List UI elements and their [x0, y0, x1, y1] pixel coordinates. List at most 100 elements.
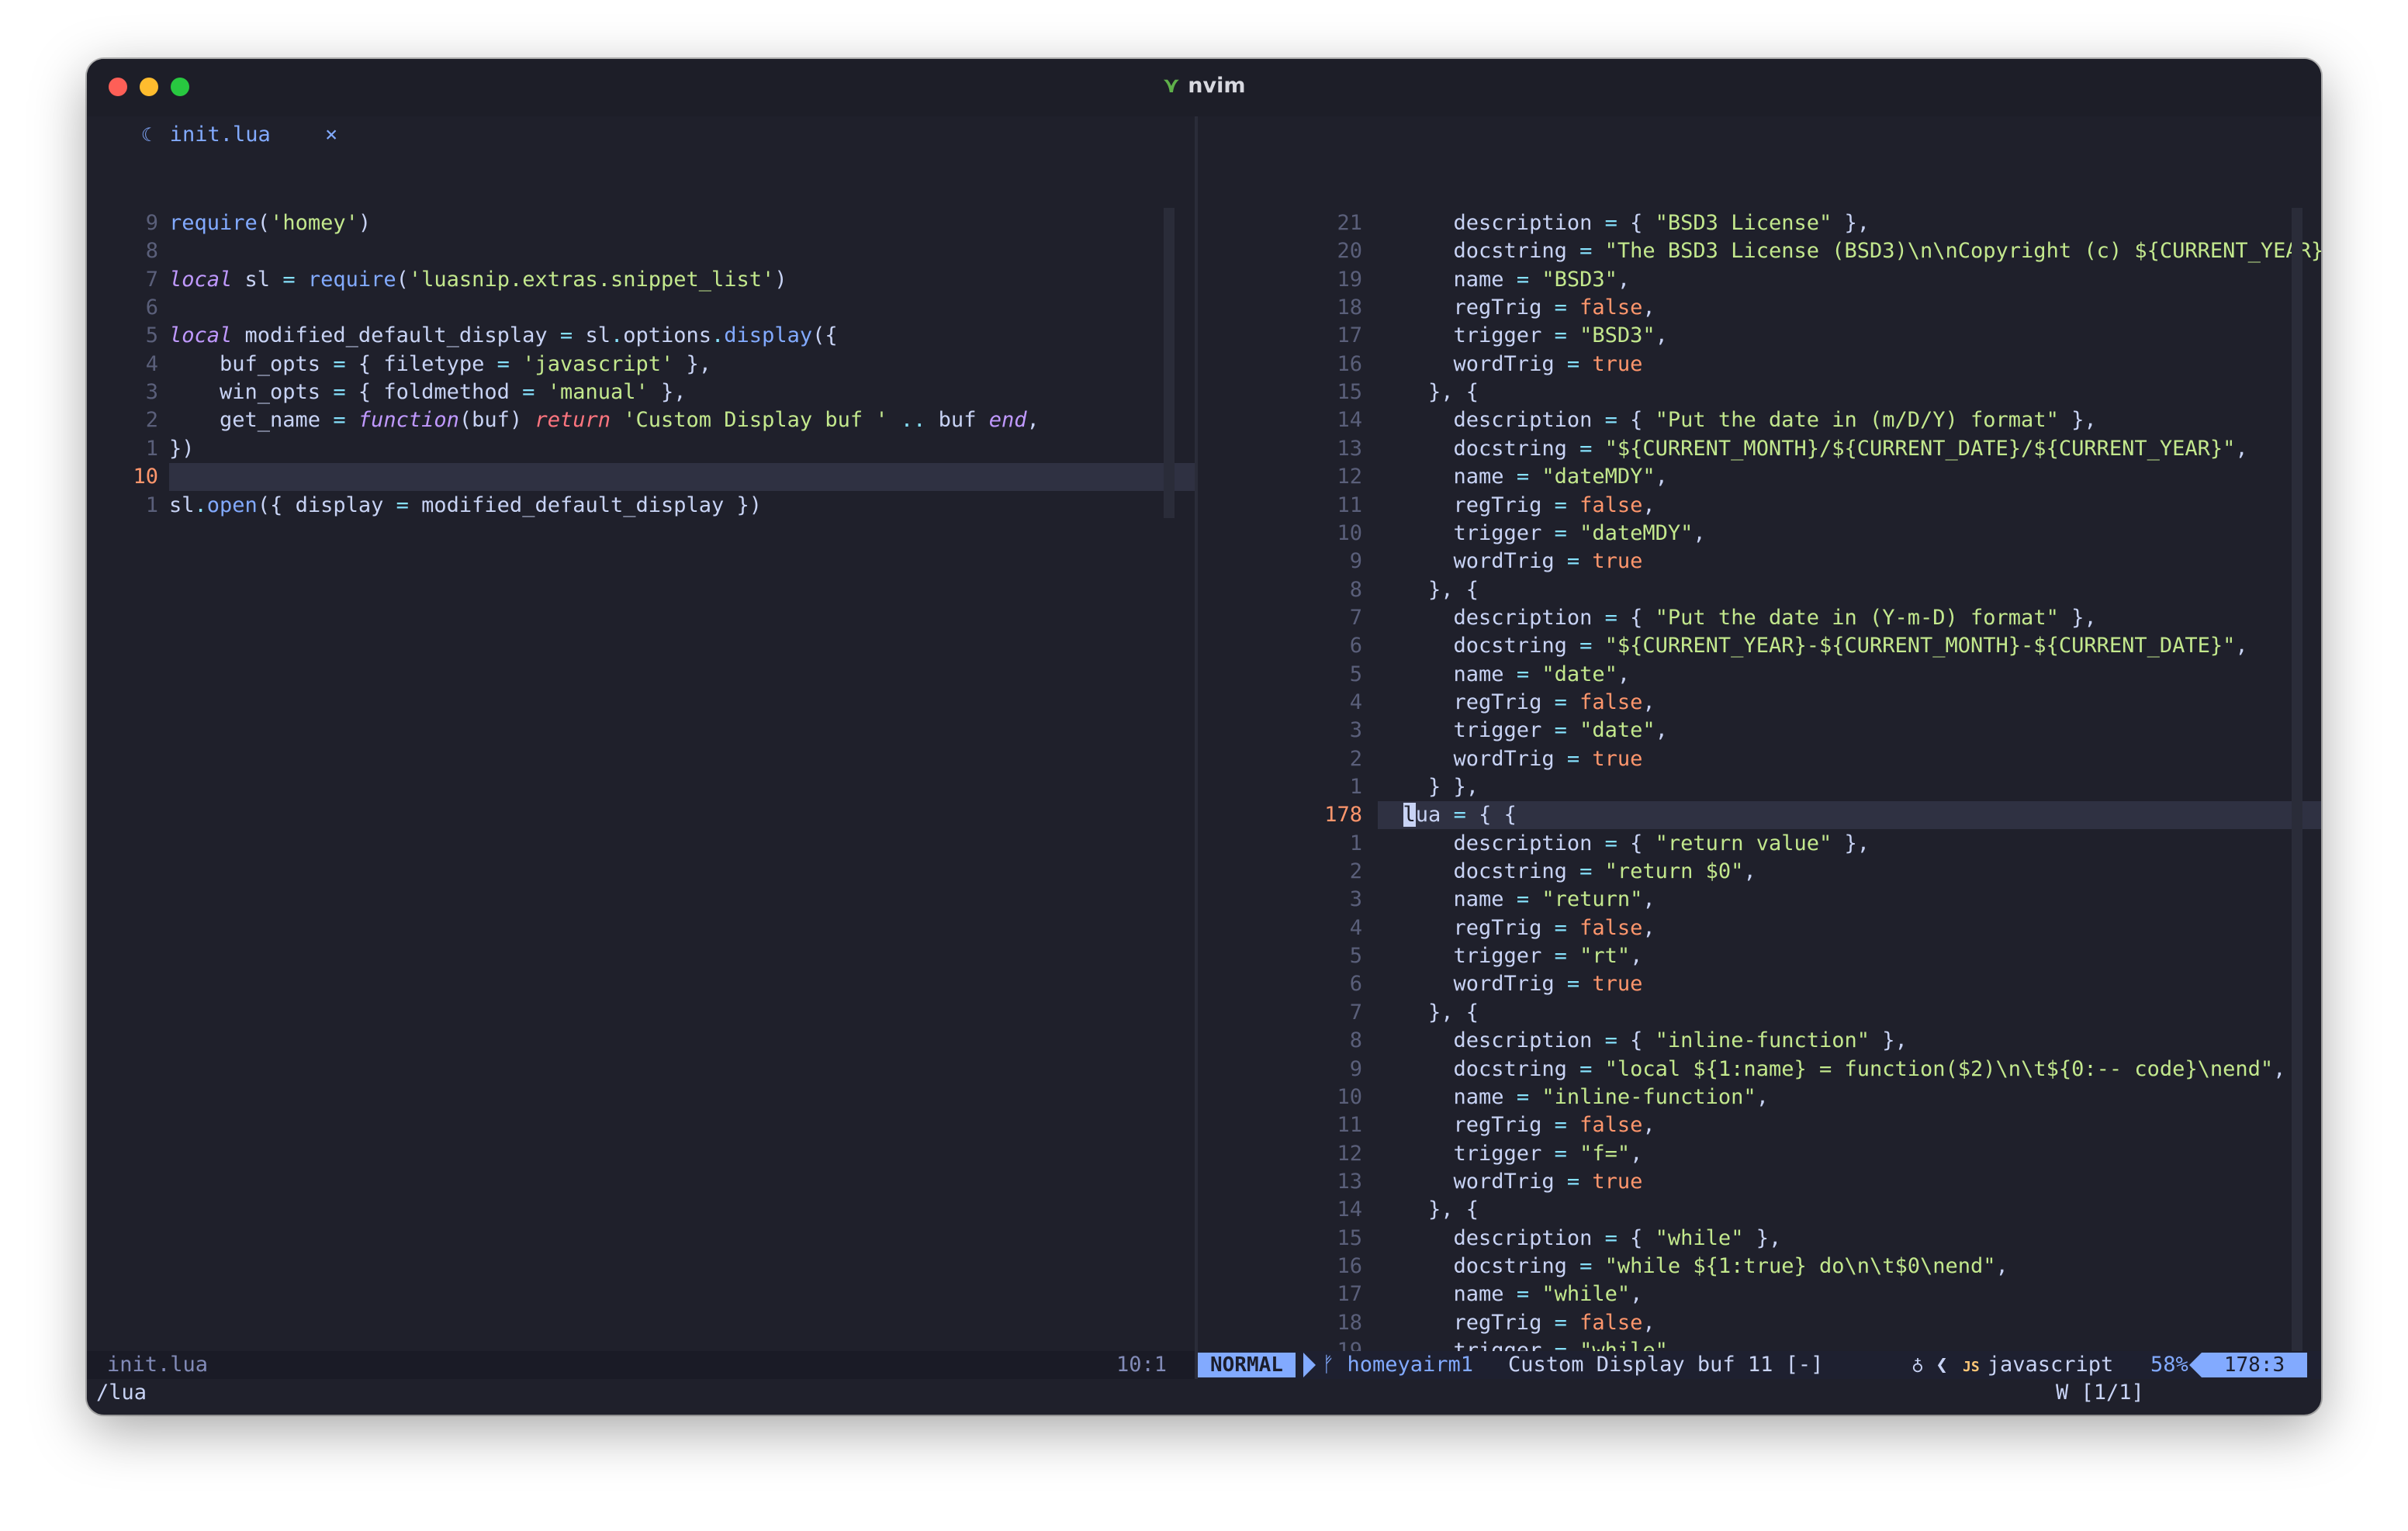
- code-line[interactable]: 14 }, {: [1198, 1196, 2321, 1224]
- line-number: 5: [1349, 944, 1362, 969]
- code-line[interactable]: 11 regTrig = false,: [1198, 492, 2321, 520]
- line-number: 12: [1337, 1141, 1362, 1166]
- code-line[interactable]: 17 name = "while",: [1198, 1280, 2321, 1308]
- code-line[interactable]: 15 }, {: [1198, 378, 2321, 406]
- code-line[interactable]: 6: [87, 294, 1195, 322]
- code-line[interactable]: 4 regTrig = false,: [1198, 689, 2321, 717]
- code-token: {: [1617, 831, 1656, 855]
- code-line[interactable]: 11 regTrig = false,: [1198, 1111, 2321, 1139]
- powerline-separator-icon: [1303, 1353, 1316, 1377]
- code-token: regTrig: [1378, 689, 1555, 714]
- code-token: "rt": [1579, 944, 1631, 969]
- line-number: 3: [145, 380, 158, 405]
- code-line[interactable]: 5 trigger = "rt",: [1198, 942, 2321, 970]
- code-token: name: [1378, 662, 1517, 686]
- code-token: =: [1604, 408, 1617, 433]
- line-number: 9: [1349, 1056, 1362, 1081]
- code-token: =: [1566, 351, 1580, 376]
- left-pane-scrollbar[interactable]: [1164, 208, 1175, 518]
- code-token: trigger: [1378, 944, 1555, 969]
- code-token: wordTrig: [1378, 351, 1567, 376]
- code-line[interactable]: 2 wordTrig = true: [1198, 745, 2321, 773]
- code-line[interactable]: 3 name = "return",: [1198, 886, 2321, 914]
- code-line[interactable]: 18 regTrig = false,: [1198, 294, 2321, 322]
- code-line[interactable]: 4 regTrig = false,: [1198, 914, 2321, 942]
- code-line[interactable]: 7 description = { "Put the date in (Y-m-…: [1198, 604, 2321, 632]
- code-line[interactable]: 6 wordTrig = true: [1198, 970, 2321, 998]
- code-text: description = { "return value" },: [1378, 830, 1870, 858]
- code-token: =: [1579, 859, 1593, 884]
- left-editor-pane[interactable]: 9 require('homey') 8 7 local sl = require('l…: [87, 116, 1195, 1407]
- code-line[interactable]: 14 description = { "Put the date in (m/D…: [1198, 406, 2321, 434]
- code-token: local: [169, 267, 233, 292]
- code-line[interactable]: 4 buf_opts = { filetype = 'javascript' }…: [87, 351, 1195, 378]
- code-token: ,: [1617, 662, 1631, 686]
- right-pane-scrollbar[interactable]: [2292, 208, 2302, 1407]
- code-line[interactable]: 2 docstring = "return $0",: [1198, 858, 2321, 886]
- code-token: }): [169, 436, 195, 461]
- code-line[interactable]: 178 lua = { {: [1198, 801, 2321, 829]
- code-line[interactable]: 7 }, {: [1198, 999, 2321, 1027]
- mode-indicator: NORMAL: [1198, 1353, 1296, 1377]
- code-line[interactable]: 1 sl.open({ display = modified_default_di…: [87, 492, 1195, 520]
- code-line[interactable]: 9 require('homey'): [87, 209, 1195, 237]
- code-text: description = { "inline-function" },: [1378, 1027, 1908, 1055]
- line-number: 4: [1349, 915, 1362, 940]
- code-line[interactable]: 16 wordTrig = true: [1198, 351, 2321, 378]
- code-token: require: [307, 267, 396, 292]
- code-token: ,: [1026, 408, 1040, 433]
- code-token: =: [282, 267, 296, 292]
- code-line[interactable]: 9 docstring = "local ${1:name} = functio…: [1198, 1056, 2321, 1083]
- code-line[interactable]: 10 trigger = "dateMDY",: [1198, 520, 2321, 548]
- line-number: 3: [1349, 887, 1362, 912]
- command-line[interactable]: /lua W [1/1]: [87, 1379, 2321, 1407]
- code-token: false: [1579, 492, 1643, 517]
- code-line[interactable]: 15 description = { "while" },: [1198, 1225, 2321, 1253]
- code-line[interactable]: 1 description = { "return value" },: [1198, 830, 2321, 858]
- code-line[interactable]: 10 name = "inline-function",: [1198, 1083, 2321, 1111]
- code-text: name = "while",: [1378, 1280, 1643, 1308]
- code-line[interactable]: 8 }, {: [1198, 576, 2321, 604]
- code-line[interactable]: 20 docstring = "The BSD3 License (BSD3)\…: [1198, 237, 2321, 265]
- code-line[interactable]: 5 name = "date",: [1198, 661, 2321, 689]
- code-line[interactable]: 12 trigger = "f=",: [1198, 1140, 2321, 1168]
- code-line[interactable]: 8 description = { "inline-function" },: [1198, 1027, 2321, 1055]
- code-line[interactable]: 1}): [87, 435, 1195, 463]
- code-token: =: [1604, 1225, 1617, 1250]
- code-line[interactable]: 12 name = "dateMDY",: [1198, 463, 2321, 491]
- code-line[interactable]: 6 docstring = "${CURRENT_YEAR}-${CURRENT…: [1198, 632, 2321, 660]
- code-line[interactable]: 21 description = { "BSD3 License" },: [1198, 209, 2321, 237]
- code-line[interactable]: 3 win_opts = { foldmethod = 'manual' },: [87, 378, 1195, 406]
- code-line[interactable]: 7 local sl = require('luasnip.extras.snip…: [87, 266, 1195, 294]
- right-editor-pane[interactable]: 21 description = { "BSD3 License" }, 20 d…: [1198, 116, 2321, 1407]
- line-number: 17: [1337, 1282, 1362, 1307]
- code-line[interactable]: 19 name = "BSD3",: [1198, 266, 2321, 294]
- code-line[interactable]: 10: [87, 463, 1195, 491]
- code-line[interactable]: 1 } },: [1198, 773, 2321, 801]
- code-token: =: [1604, 831, 1617, 855]
- code-line[interactable]: 5 local modified_default_display = sl.opt…: [87, 322, 1195, 350]
- code-text: }, {: [1378, 576, 1479, 604]
- code-token: ({: [812, 323, 838, 348]
- code-token: (: [396, 267, 409, 292]
- code-token: modified_default_display }): [408, 492, 763, 517]
- code-line[interactable]: 8: [87, 237, 1195, 265]
- line-number: 20: [1337, 239, 1362, 264]
- code-line[interactable]: 16 docstring = "while ${1:true} do\n\t$0…: [1198, 1253, 2321, 1280]
- line-number: 15: [1337, 380, 1362, 405]
- code-line[interactable]: 9 wordTrig = true: [1198, 548, 2321, 575]
- code-line[interactable]: 2 get_name = function(buf) return 'Custo…: [87, 406, 1195, 434]
- code-line[interactable]: 17 trigger = "BSD3",: [1198, 322, 2321, 350]
- code-line[interactable]: 3 trigger = "date",: [1198, 717, 2321, 745]
- code-line[interactable]: 18 regTrig = false,: [1198, 1309, 2321, 1337]
- code-token: ,: [1642, 915, 1656, 940]
- code-text: wordTrig = true: [1378, 1168, 1643, 1196]
- code-line[interactable]: 13 docstring = "${CURRENT_MONTH}/${CURRE…: [1198, 435, 2321, 463]
- code-token: }, {: [1378, 380, 1479, 405]
- code-token: trigger: [1378, 1141, 1555, 1166]
- code-line[interactable]: 13 wordTrig = true: [1198, 1168, 2321, 1196]
